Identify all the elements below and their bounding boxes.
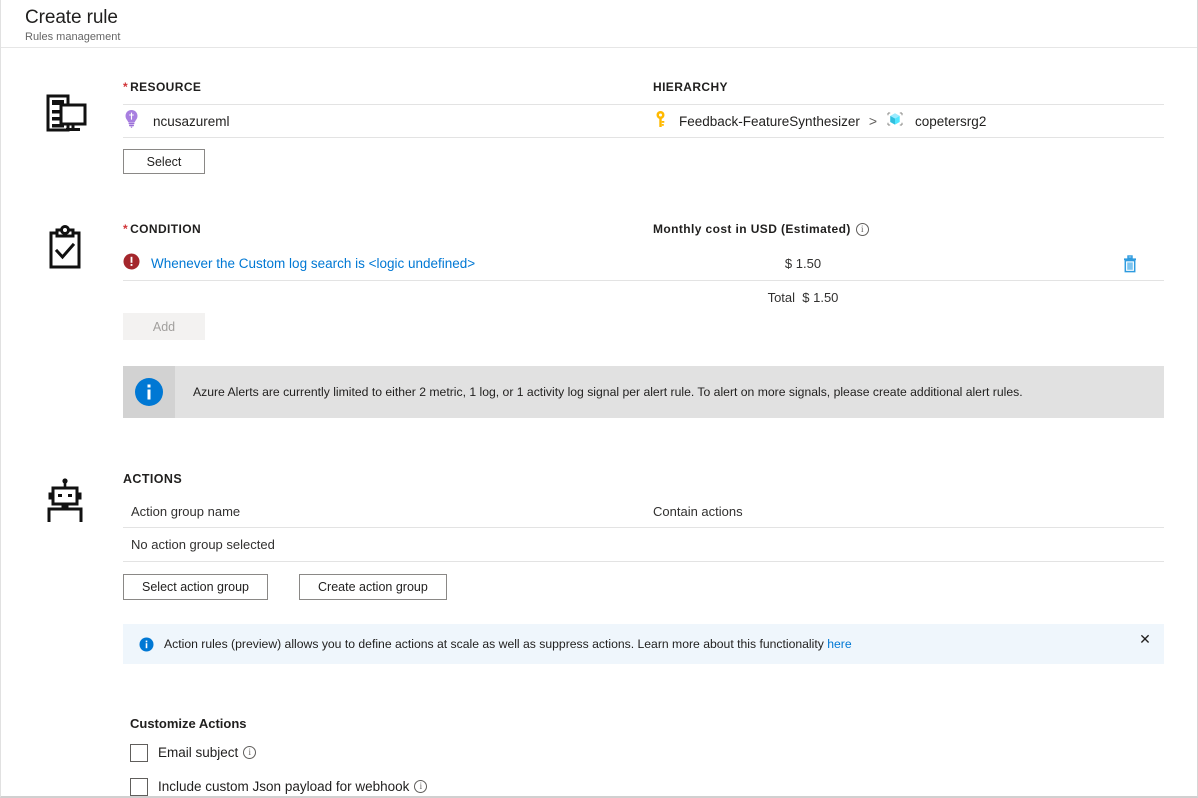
info-circle-icon	[139, 637, 154, 652]
checkbox-email-subject[interactable]: Email subject i	[130, 738, 1197, 767]
clipboard-check-icon	[39, 224, 91, 276]
condition-cost: $ 1.50	[653, 256, 953, 271]
purple-lightbulb-icon	[123, 109, 140, 133]
resource-row: ncusazureml Feedback-FeatureSynthesizer	[123, 105, 1164, 137]
condition-content: *CONDITION Monthly cost in USD (Estimate…	[123, 220, 1164, 418]
condition-link[interactable]: Whenever the Custom log search is <logic…	[151, 256, 475, 271]
resource-headers: *RESOURCE HIERARCHY	[123, 78, 1164, 96]
required-star: *	[123, 80, 128, 94]
robot-icon	[39, 476, 91, 528]
table-header-row: Action group name Contain actions	[123, 504, 1164, 527]
info-circle-icon	[123, 366, 175, 418]
action-group-buttons: Select action group Create action group	[123, 574, 1164, 600]
info-icon[interactable]: i	[856, 223, 869, 236]
trash-icon	[1122, 255, 1138, 273]
total-row: Total $ 1.50	[123, 281, 1164, 313]
condition-label: *CONDITION	[123, 222, 201, 236]
cyan-cube-icon	[886, 110, 904, 133]
divider	[123, 137, 1164, 138]
checkbox-box[interactable]	[130, 778, 148, 796]
divider	[123, 561, 1164, 562]
server-monitor-icon	[39, 88, 91, 140]
actions-section: ACTIONS Action group name Contain action…	[1, 472, 1197, 664]
cost-column-header: Monthly cost in USD (Estimated)	[653, 222, 851, 236]
action-rules-preview-banner: Action rules (preview) allows you to def…	[123, 624, 1164, 664]
checkbox-custom-json-payload[interactable]: Include custom Json payload for webhook …	[130, 772, 1197, 798]
yellow-key-icon	[653, 110, 668, 133]
condition-headers: *CONDITION Monthly cost in USD (Estimate…	[123, 220, 1164, 238]
select-resource-button[interactable]: Select	[123, 149, 205, 174]
info-icon[interactable]: i	[414, 780, 427, 793]
create-rule-page: Create rule Rules management *RESOURCE	[0, 0, 1198, 798]
resource-content: *RESOURCE HIERARCHY	[123, 78, 1164, 174]
checkbox-box[interactable]	[130, 744, 148, 762]
actions-title: ACTIONS	[123, 472, 1164, 486]
hierarchy-label: HIERARCHY	[653, 80, 728, 94]
condition-row: Whenever the Custom log search is <logic…	[123, 247, 1164, 280]
empty-state-text: No action group selected	[131, 537, 275, 552]
actions-content: ACTIONS Action group name Contain action…	[123, 472, 1164, 664]
checkbox-label: Email subject	[158, 745, 238, 760]
breadcrumb-subscription: Feedback-FeatureSynthesizer	[679, 114, 860, 129]
action-group-table: Action group name Contain actions No act…	[123, 504, 1164, 562]
customize-actions-title: Customize Actions	[130, 716, 1197, 731]
resource-section: *RESOURCE HIERARCHY	[1, 78, 1197, 174]
condition-section: *CONDITION Monthly cost in USD (Estimate…	[1, 220, 1197, 418]
alerts-limit-banner: Azure Alerts are currently limited to ei…	[123, 366, 1164, 418]
breadcrumb-resource-group: copetersrg2	[915, 114, 986, 129]
resource-name: ncusazureml	[153, 114, 230, 129]
required-star: *	[123, 222, 128, 236]
total-cost: Total $ 1.50	[653, 290, 953, 305]
alerts-limit-text: Azure Alerts are currently limited to ei…	[175, 366, 1041, 418]
select-action-group-button[interactable]: Select action group	[123, 574, 268, 600]
table-row: No action group selected	[123, 528, 1164, 561]
column-action-group-name: Action group name	[131, 504, 653, 519]
page-header: Create rule Rules management	[1, 0, 1197, 48]
column-contain-actions: Contain actions	[653, 504, 743, 519]
customize-actions-section: Customize Actions Email subject i Includ…	[130, 716, 1197, 798]
error-icon	[123, 253, 140, 275]
info-icon[interactable]: i	[243, 746, 256, 759]
page-title: Create rule	[25, 6, 1197, 29]
close-icon[interactable]: ✕	[1138, 632, 1152, 646]
action-rules-text: Action rules (preview) allows you to def…	[164, 636, 852, 652]
breadcrumb-separator: >	[869, 113, 877, 129]
delete-condition-button[interactable]	[953, 255, 1164, 273]
add-condition-button[interactable]: Add	[123, 313, 205, 340]
resource-label: *RESOURCE	[123, 80, 201, 94]
page-subtitle: Rules management	[25, 30, 1197, 44]
checkbox-label: Include custom Json payload for webhook	[158, 779, 409, 794]
learn-more-link[interactable]: here	[827, 637, 851, 651]
create-action-group-button[interactable]: Create action group	[299, 574, 447, 600]
